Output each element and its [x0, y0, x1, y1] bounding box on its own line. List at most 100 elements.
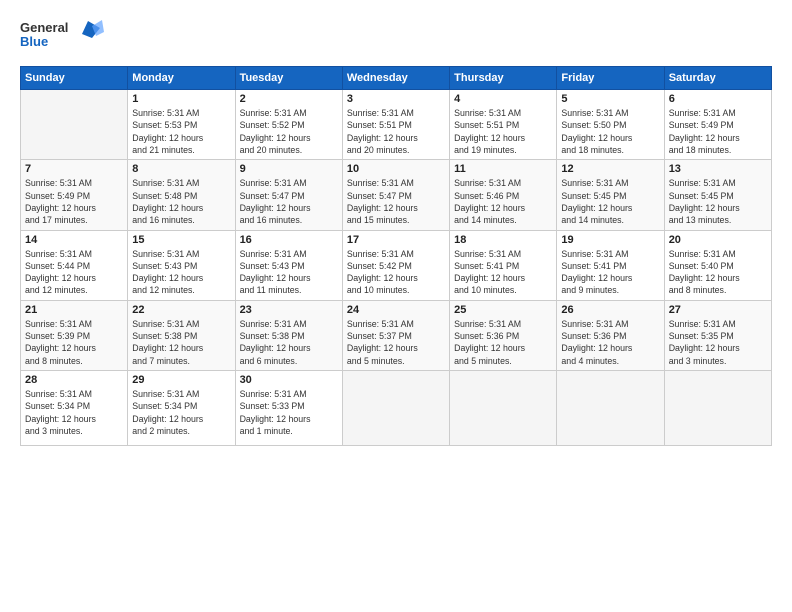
calendar-cell [21, 90, 128, 160]
calendar-cell: 16 Sunrise: 5:31 AMSunset: 5:43 PMDayligh… [235, 230, 342, 300]
day-info: Sunrise: 5:31 AMSunset: 5:50 PMDaylight:… [561, 107, 659, 156]
calendar-cell: 29 Sunrise: 5:31 AMSunset: 5:34 PMDayligh… [128, 371, 235, 446]
day-info: Sunrise: 5:31 AMSunset: 5:41 PMDaylight:… [561, 248, 659, 297]
day-number: 24 [347, 304, 445, 316]
weekday-monday: Monday [128, 67, 235, 90]
day-info: Sunrise: 5:31 AMSunset: 5:35 PMDaylight:… [669, 318, 767, 367]
day-info: Sunrise: 5:31 AMSunset: 5:44 PMDaylight:… [25, 248, 123, 297]
calendar-cell [342, 371, 449, 446]
page-header: General Blue [20, 16, 772, 56]
week-row-2: 7 Sunrise: 5:31 AMSunset: 5:49 PMDaylight… [21, 160, 772, 230]
day-number: 30 [240, 374, 338, 386]
day-info: Sunrise: 5:31 AMSunset: 5:47 PMDaylight:… [240, 177, 338, 226]
day-number: 7 [25, 163, 123, 175]
calendar-cell [450, 371, 557, 446]
day-number: 6 [669, 93, 767, 105]
week-row-4: 21 Sunrise: 5:31 AMSunset: 5:39 PMDayligh… [21, 300, 772, 370]
day-number: 2 [240, 93, 338, 105]
day-number: 27 [669, 304, 767, 316]
calendar-cell: 10Sunrise: 5:31 AMSunset: 5:47 PMDayligh… [342, 160, 449, 230]
day-info: Sunrise: 5:31 AMSunset: 5:51 PMDaylight:… [347, 107, 445, 156]
day-info: Sunrise: 5:31 AMSunset: 5:40 PMDaylight:… [669, 248, 767, 297]
calendar-cell: 5 Sunrise: 5:31 AMSunset: 5:50 PMDaylight… [557, 90, 664, 160]
day-info: Sunrise: 5:31 AMSunset: 5:37 PMDaylight:… [347, 318, 445, 367]
calendar-cell: 14Sunrise: 5:31 AMSunset: 5:44 PMDayligh… [21, 230, 128, 300]
day-number: 20 [669, 234, 767, 246]
day-number: 3 [347, 93, 445, 105]
day-info: Sunrise: 5:31 AMSunset: 5:49 PMDaylight:… [669, 107, 767, 156]
calendar-cell: 28 Sunrise: 5:31 AMSunset: 5:34 PMDayligh… [21, 371, 128, 446]
day-number: 8 [132, 163, 230, 175]
day-info: Sunrise: 5:31 AMSunset: 5:45 PMDaylight:… [669, 177, 767, 226]
weekday-friday: Friday [557, 67, 664, 90]
day-number: 19 [561, 234, 659, 246]
day-info: Sunrise: 5:31 AMSunset: 5:43 PMDaylight:… [240, 248, 338, 297]
calendar-cell: 18 Sunrise: 5:31 AMSunset: 5:41 PMDayligh… [450, 230, 557, 300]
calendar-cell: 23 Sunrise: 5:31 AMSunset: 5:38 PMDayligh… [235, 300, 342, 370]
logo: General Blue [20, 16, 110, 56]
calendar-cell: 20 Sunrise: 5:31 AMSunset: 5:40 PMDayligh… [664, 230, 771, 300]
day-number: 18 [454, 234, 552, 246]
calendar-cell: 6 Sunrise: 5:31 AMSunset: 5:49 PMDaylight… [664, 90, 771, 160]
calendar-table: SundayMondayTuesdayWednesdayThursdayFrid… [20, 66, 772, 446]
day-info: Sunrise: 5:31 AMSunset: 5:43 PMDaylight:… [132, 248, 230, 297]
day-info: Sunrise: 5:31 AMSunset: 5:38 PMDaylight:… [132, 318, 230, 367]
day-number: 21 [25, 304, 123, 316]
svg-text:General: General [20, 20, 68, 35]
day-number: 1 [132, 93, 230, 105]
calendar-cell: 30 Sunrise: 5:31 AMSunset: 5:33 PMDayligh… [235, 371, 342, 446]
day-number: 13 [669, 163, 767, 175]
day-info: Sunrise: 5:31 AMSunset: 5:38 PMDaylight:… [240, 318, 338, 367]
day-number: 28 [25, 374, 123, 386]
day-number: 16 [240, 234, 338, 246]
day-number: 11 [454, 163, 552, 175]
day-number: 15 [132, 234, 230, 246]
day-number: 9 [240, 163, 338, 175]
calendar-cell [557, 371, 664, 446]
day-info: Sunrise: 5:31 AMSunset: 5:36 PMDaylight:… [454, 318, 552, 367]
week-row-5: 28 Sunrise: 5:31 AMSunset: 5:34 PMDayligh… [21, 371, 772, 446]
logo-svg: General Blue [20, 16, 110, 56]
calendar-cell: 22 Sunrise: 5:31 AMSunset: 5:38 PMDayligh… [128, 300, 235, 370]
calendar-cell: 13 Sunrise: 5:31 AMSunset: 5:45 PMDayligh… [664, 160, 771, 230]
calendar-cell: 17Sunrise: 5:31 AMSunset: 5:42 PMDayligh… [342, 230, 449, 300]
week-row-3: 14Sunrise: 5:31 AMSunset: 5:44 PMDayligh… [21, 230, 772, 300]
day-info: Sunrise: 5:31 AMSunset: 5:46 PMDaylight:… [454, 177, 552, 226]
calendar-cell: 3 Sunrise: 5:31 AMSunset: 5:51 PMDaylight… [342, 90, 449, 160]
calendar-cell: 9 Sunrise: 5:31 AMSunset: 5:47 PMDaylight… [235, 160, 342, 230]
calendar-cell: 21 Sunrise: 5:31 AMSunset: 5:39 PMDayligh… [21, 300, 128, 370]
calendar-cell: 24 Sunrise: 5:31 AMSunset: 5:37 PMDayligh… [342, 300, 449, 370]
day-info: Sunrise: 5:31 AMSunset: 5:53 PMDaylight:… [132, 107, 230, 156]
svg-text:Blue: Blue [20, 34, 48, 49]
calendar-cell: 15 Sunrise: 5:31 AMSunset: 5:43 PMDayligh… [128, 230, 235, 300]
calendar-cell: 2Sunrise: 5:31 AMSunset: 5:52 PMDaylight… [235, 90, 342, 160]
day-info: Sunrise: 5:31 AMSunset: 5:33 PMDaylight:… [240, 388, 338, 437]
day-number: 22 [132, 304, 230, 316]
day-info: Sunrise: 5:31 AMSunset: 5:34 PMDaylight:… [132, 388, 230, 437]
day-number: 12 [561, 163, 659, 175]
weekday-wednesday: Wednesday [342, 67, 449, 90]
day-number: 17 [347, 234, 445, 246]
day-number: 10 [347, 163, 445, 175]
calendar-cell: 8Sunrise: 5:31 AMSunset: 5:48 PMDaylight… [128, 160, 235, 230]
day-info: Sunrise: 5:31 AMSunset: 5:36 PMDaylight:… [561, 318, 659, 367]
day-number: 29 [132, 374, 230, 386]
day-info: Sunrise: 5:31 AMSunset: 5:39 PMDaylight:… [25, 318, 123, 367]
weekday-saturday: Saturday [664, 67, 771, 90]
weekday-header-row: SundayMondayTuesdayWednesdayThursdayFrid… [21, 67, 772, 90]
day-number: 4 [454, 93, 552, 105]
calendar-cell [664, 371, 771, 446]
day-number: 5 [561, 93, 659, 105]
calendar-cell: 26Sunrise: 5:31 AMSunset: 5:36 PMDayligh… [557, 300, 664, 370]
day-info: Sunrise: 5:31 AMSunset: 5:34 PMDaylight:… [25, 388, 123, 437]
weekday-tuesday: Tuesday [235, 67, 342, 90]
day-number: 23 [240, 304, 338, 316]
calendar-cell: 4 Sunrise: 5:31 AMSunset: 5:51 PMDaylight… [450, 90, 557, 160]
calendar-cell: 7 Sunrise: 5:31 AMSunset: 5:49 PMDaylight… [21, 160, 128, 230]
calendar-cell: 25Sunrise: 5:31 AMSunset: 5:36 PMDayligh… [450, 300, 557, 370]
day-info: Sunrise: 5:31 AMSunset: 5:51 PMDaylight:… [454, 107, 552, 156]
day-info: Sunrise: 5:31 AMSunset: 5:45 PMDaylight:… [561, 177, 659, 226]
day-info: Sunrise: 5:31 AMSunset: 5:49 PMDaylight:… [25, 177, 123, 226]
calendar-cell: 1 Sunrise: 5:31 AMSunset: 5:53 PMDaylight… [128, 90, 235, 160]
day-info: Sunrise: 5:31 AMSunset: 5:41 PMDaylight:… [454, 248, 552, 297]
